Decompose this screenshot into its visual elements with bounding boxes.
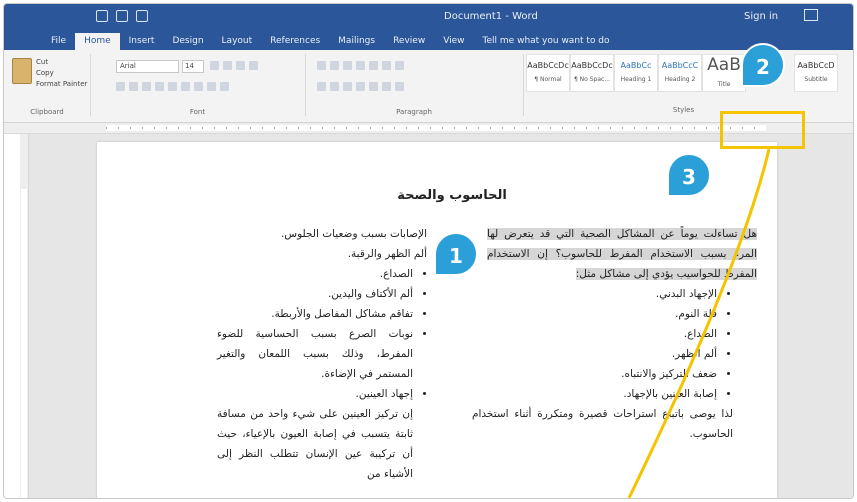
word-window: Document1 - Word Sign in File Home Inser…	[3, 3, 854, 499]
annotation-badge-3: 3	[667, 153, 711, 197]
annotation-badge-2: 2	[741, 43, 785, 87]
annotation-arrow	[627, 148, 771, 498]
arrow-line	[627, 148, 771, 498]
annotation-badge-1: 1	[434, 232, 478, 276]
